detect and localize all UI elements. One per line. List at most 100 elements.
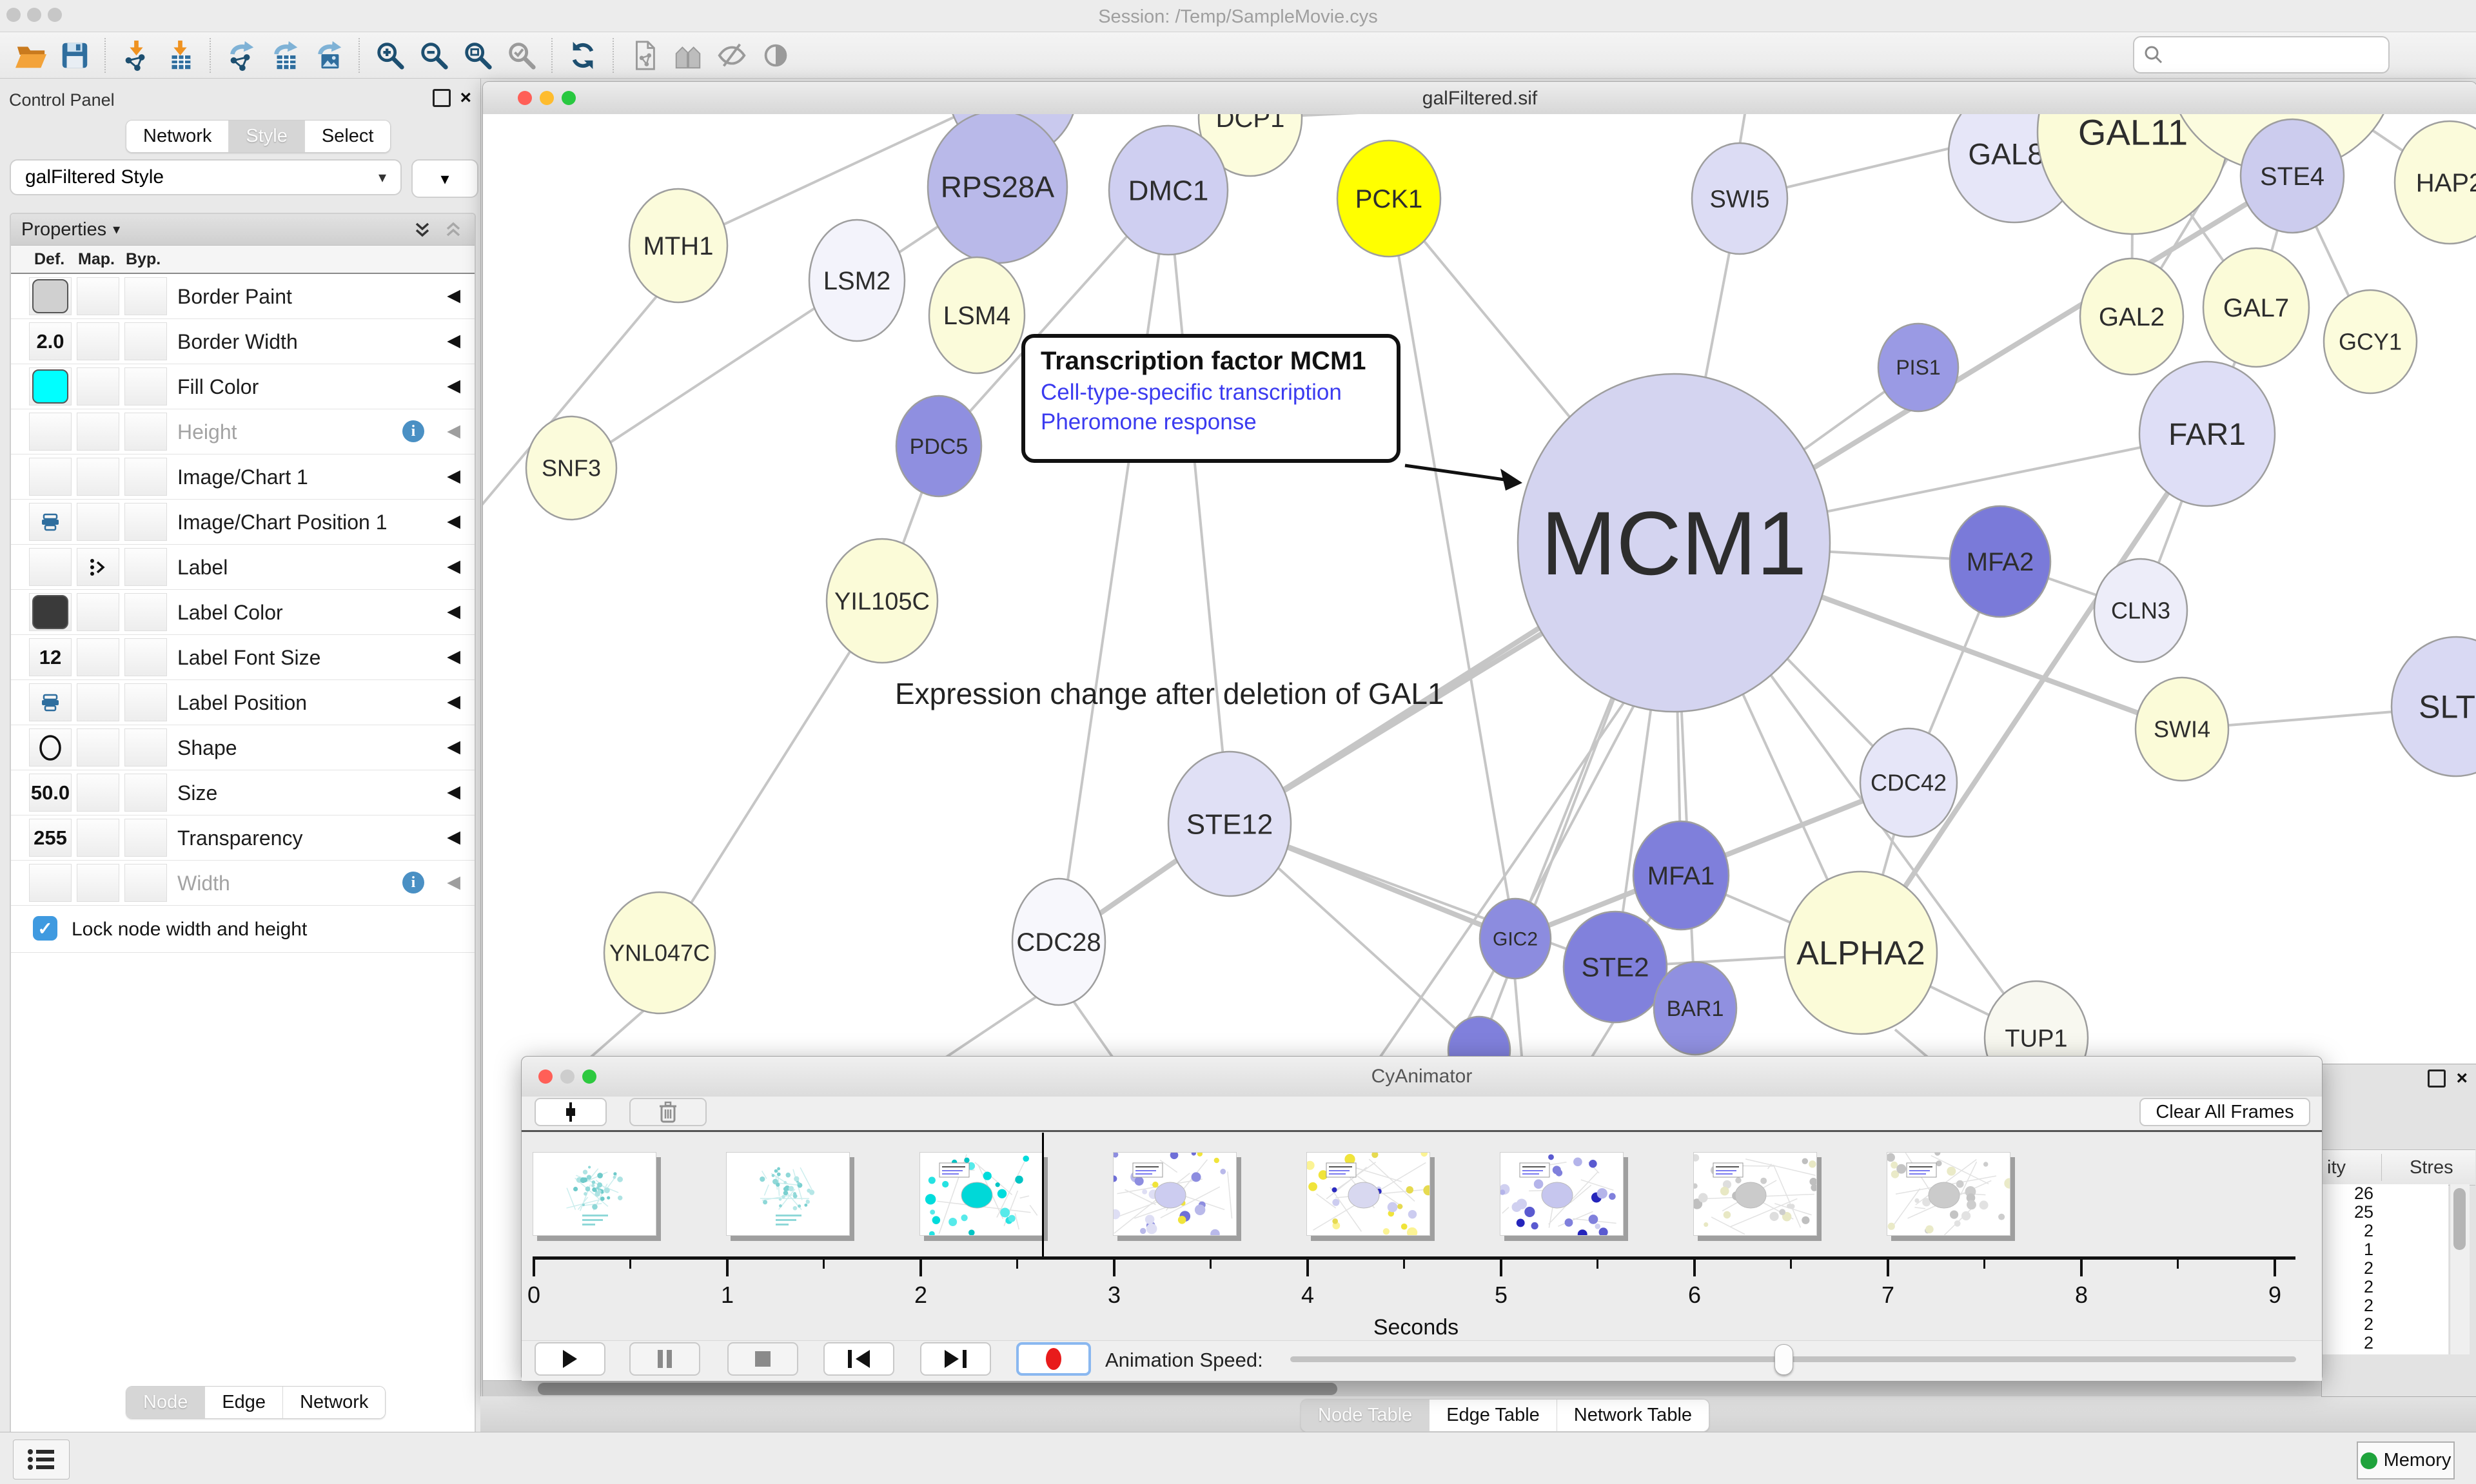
table-cell-value[interactable]: 26 (2322, 1184, 2448, 1203)
network-node[interactable]: FAR1 (2139, 362, 2275, 506)
default-value[interactable]: 12 (39, 646, 61, 669)
network-node[interactable]: MFA2 (1950, 506, 2050, 617)
save-session-button[interactable] (55, 35, 95, 75)
tab-edge[interactable]: Edge (205, 1387, 283, 1418)
tab-node-table[interactable]: Node Table (1301, 1400, 1430, 1431)
import-table-button[interactable] (160, 35, 200, 75)
close-panel-icon[interactable]: × (460, 91, 471, 105)
expand-row-icon[interactable]: ◀ (447, 556, 460, 576)
property-row[interactable]: 2.0Border Width◀ (11, 319, 475, 364)
network-node[interactable]: MCM1 (1518, 374, 1830, 712)
network-node[interactable]: CDC28 (1012, 879, 1105, 1005)
network-node[interactable]: YNL047C (604, 892, 715, 1013)
network-node[interactable]: LSM2 (809, 220, 905, 341)
property-row[interactable]: Label Position◀ (11, 680, 475, 725)
expand-row-icon[interactable]: ◀ (447, 331, 460, 351)
property-row[interactable]: Widthi◀ (11, 861, 475, 906)
bypass-cell[interactable] (124, 277, 167, 315)
table-vertical-scrollbar[interactable] (2450, 1184, 2470, 1354)
network-node[interactable]: STE2 (1564, 912, 1667, 1022)
bypass-cell[interactable] (124, 819, 167, 857)
mapping-cell[interactable] (77, 683, 119, 721)
property-row[interactable]: Fill Color◀ (11, 364, 475, 409)
frame-thumbnail[interactable] (726, 1152, 850, 1236)
hide-graphics-button[interactable] (712, 35, 752, 75)
zoom-fit-button[interactable] (458, 35, 498, 75)
expand-row-icon[interactable]: ◀ (447, 647, 460, 667)
annotation-box[interactable]: Transcription factor MCM1 Cell-type-spec… (1021, 334, 1400, 463)
expand-row-icon[interactable]: ◀ (447, 466, 460, 486)
default-value[interactable]: 50.0 (31, 781, 70, 805)
network-node[interactable]: HAP2 (2395, 121, 2476, 244)
default-cell[interactable]: 255 (29, 819, 72, 857)
memory-button[interactable]: Memory (2357, 1441, 2455, 1479)
table-cell-value[interactable]: 25 (2322, 1203, 2448, 1222)
property-row[interactable]: Image/Chart Position 1◀ (11, 500, 475, 545)
mapping-cell[interactable] (77, 728, 119, 766)
table-cell-value[interactable]: 2 (2322, 1259, 2448, 1278)
play-button[interactable] (535, 1342, 605, 1376)
frame-thumbnail[interactable] (533, 1152, 656, 1236)
frame-thumbnail[interactable] (1306, 1152, 1430, 1236)
scrollbar-thumb[interactable] (538, 1383, 1337, 1395)
expand-row-icon[interactable]: ◀ (447, 737, 460, 757)
tab-node[interactable]: Node (126, 1387, 205, 1418)
expand-row-icon[interactable]: ◀ (447, 286, 460, 306)
network-node[interactable]: GIC2 (1480, 899, 1551, 979)
mapping-cell[interactable] (77, 503, 119, 541)
frame-thumbnail[interactable] (1693, 1152, 1817, 1236)
network-node[interactable]: DMC1 (1109, 126, 1228, 255)
expand-row-icon[interactable]: ◀ (447, 376, 460, 396)
record-button[interactable] (1016, 1342, 1091, 1376)
column-header[interactable]: ity (2327, 1157, 2346, 1178)
mapping-cell[interactable] (77, 548, 119, 586)
default-cell[interactable] (29, 683, 72, 721)
network-node[interactable]: PIS1 (1878, 324, 1958, 411)
default-cell[interactable] (29, 503, 72, 541)
property-row[interactable]: Border Paint◀ (11, 274, 475, 319)
tab-select[interactable]: Select (305, 121, 391, 152)
annotation-link[interactable]: Pheromone response (1041, 409, 1397, 435)
mapping-cell[interactable] (77, 413, 119, 451)
import-network-button[interactable] (116, 35, 156, 75)
default-cell[interactable] (29, 413, 72, 451)
bypass-cell[interactable] (124, 593, 167, 631)
playhead[interactable] (1042, 1133, 1044, 1256)
default-cell[interactable] (29, 367, 72, 405)
network-node[interactable]: RPS28A (928, 114, 1067, 263)
show-graphics-button[interactable] (756, 35, 796, 75)
network-node[interactable]: BAR1 (1654, 962, 1736, 1055)
float-panel-icon[interactable] (2428, 1069, 2446, 1088)
cyanimator-titlebar[interactable]: CyAnimator (522, 1057, 2322, 1097)
table-cell-value[interactable]: 2 (2322, 1334, 2448, 1352)
bypass-cell[interactable] (124, 367, 167, 405)
expand-row-icon[interactable]: ◀ (447, 692, 460, 712)
go-to-end-button[interactable] (920, 1342, 991, 1376)
network-horizontal-scrollbar[interactable] (483, 1380, 2476, 1398)
expand-row-icon[interactable]: ◀ (447, 782, 460, 802)
table-cell-value[interactable]: 2 (2322, 1296, 2448, 1315)
network-node[interactable]: STE12 (1168, 752, 1291, 896)
expand-row-icon[interactable]: ◀ (447, 421, 460, 441)
network-node[interactable]: SLT2 (2392, 637, 2476, 776)
mapping-cell[interactable] (77, 322, 119, 360)
search-input[interactable] (2170, 44, 2379, 66)
tab-style[interactable]: Style (229, 121, 304, 152)
network-node[interactable]: YIL105C (827, 539, 938, 663)
network-node[interactable]: SWI4 (2136, 678, 2228, 781)
slider-thumb[interactable] (1774, 1344, 1793, 1375)
expand-row-icon[interactable]: ◀ (447, 601, 460, 621)
mapping-cell[interactable] (77, 819, 119, 857)
hide-panels-button[interactable] (668, 35, 708, 75)
zoom-in-button[interactable] (370, 35, 410, 75)
clear-all-frames-button[interactable]: Clear All Frames (2139, 1098, 2310, 1126)
mapping-cell[interactable] (77, 277, 119, 315)
property-row[interactable]: 12Label Font Size◀ (11, 635, 475, 680)
mapping-cell[interactable] (77, 458, 119, 496)
network-node[interactable]: GCY1 (2324, 290, 2417, 393)
info-icon[interactable]: i (402, 872, 424, 893)
pause-button[interactable] (629, 1342, 700, 1376)
bypass-cell[interactable] (124, 728, 167, 766)
show-panels-button[interactable] (13, 1440, 70, 1479)
tab-network-table[interactable]: Network Table (1557, 1400, 1709, 1431)
